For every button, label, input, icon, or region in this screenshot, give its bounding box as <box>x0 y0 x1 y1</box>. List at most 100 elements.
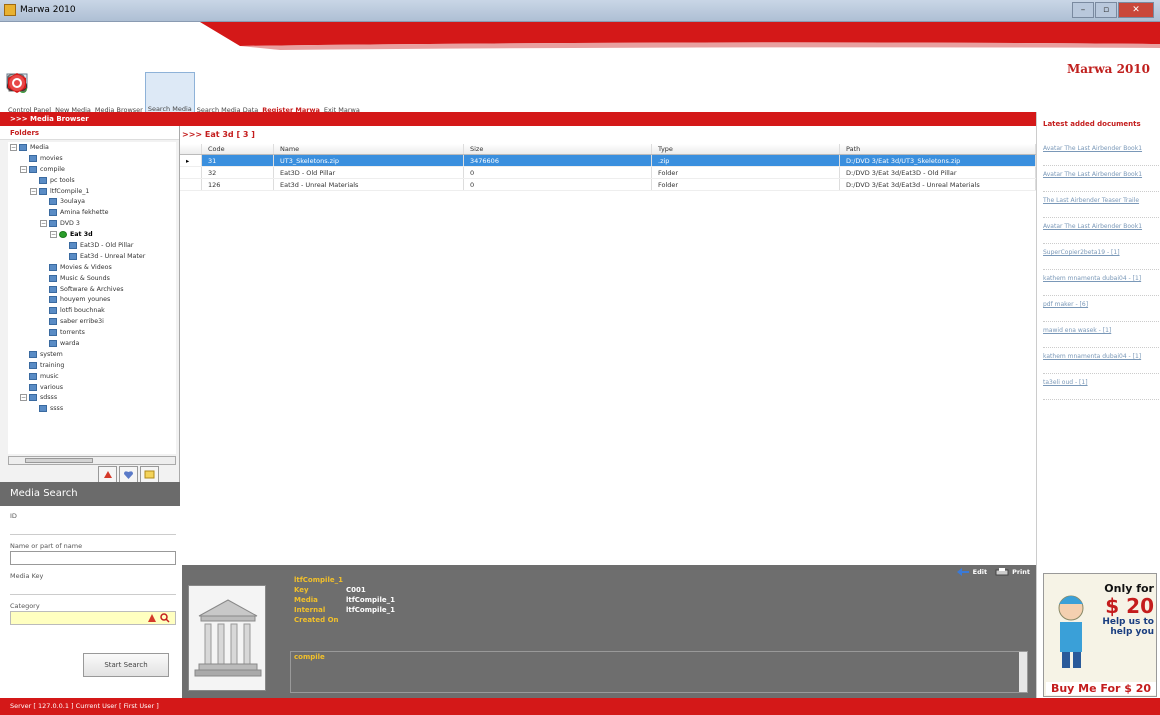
search-category-icon[interactable] <box>159 613 170 623</box>
tree-node[interactable]: movies <box>8 153 176 164</box>
toolbar-exit-marwa-button[interactable]: Exit Marwa <box>9 72 362 114</box>
tree-node[interactable]: music <box>8 371 176 382</box>
tree-node[interactable]: warda <box>8 338 176 349</box>
tree-node[interactable]: Movies & Videos <box>8 262 176 273</box>
media-thumbnail <box>188 585 266 691</box>
name-input[interactable] <box>10 551 176 565</box>
latest-item-link[interactable]: kathem mnamenta dubai04 - [1] <box>1043 348 1159 374</box>
tree-node[interactable]: Music & Sounds <box>8 273 176 284</box>
expand-toggle-icon[interactable]: − <box>20 165 27 173</box>
tree-node-label: Eat3D - Old Pillar <box>80 241 134 249</box>
tree-node[interactable]: 3oulaya <box>8 196 176 207</box>
results-panel: >>> Eat 3d [ 3 ] Code Name Size Type Path ▸ 3… <box>180 126 1036 566</box>
expand-toggle-icon[interactable]: − <box>40 220 47 228</box>
folder-icon <box>39 176 47 184</box>
tree-horizontal-scrollbar[interactable] <box>8 456 176 465</box>
tree-node[interactable]: − DVD 3 <box>8 218 176 229</box>
printer-icon[interactable] <box>995 568 1009 576</box>
latest-item-link[interactable]: The Last Airbender Teaser Traile <box>1043 192 1159 218</box>
tree-node[interactable]: various <box>8 382 176 393</box>
id-input[interactable] <box>10 521 176 535</box>
column-header[interactable] <box>180 144 202 154</box>
column-header[interactable]: Size <box>464 144 652 154</box>
latest-item-link[interactable]: pdf maker - [6] <box>1043 296 1159 322</box>
column-header[interactable]: Name <box>274 144 464 154</box>
start-search-button[interactable]: Start Search <box>83 653 169 677</box>
edit-icon[interactable] <box>956 568 970 576</box>
note-icon[interactable] <box>140 466 159 483</box>
table-row[interactable]: ▸ 31 UT3_Skeletons.zip 3476606 .zip D:/DVD 3/… <box>180 155 1036 167</box>
folder-icon <box>49 307 57 315</box>
ad-banner[interactable]: Only for $ 20 Help us to help you Buy Me… <box>1043 573 1157 697</box>
tree-node-label: Amina fekhette <box>60 209 109 217</box>
table-row[interactable]: 32 Eat3D - Old Pillar 0 Folder D:/DVD 3/Eat … <box>180 167 1036 179</box>
table-row[interactable]: 126 Eat3d - Unreal Materials 0 Folder D:/DVD… <box>180 179 1036 191</box>
toolbar-media-browser-button[interactable]: Media Browser <box>8 72 145 114</box>
pin-icon[interactable] <box>98 466 117 483</box>
tree-node[interactable]: Software & Archives <box>8 284 176 295</box>
tree-node[interactable]: − Eat 3d <box>8 229 176 240</box>
minimize-button[interactable]: – <box>1072 2 1094 18</box>
column-header[interactable]: Code <box>202 144 274 154</box>
latest-item-link[interactable]: Avatar The Last Airbender Book1 <box>1043 166 1159 192</box>
key-input[interactable] <box>10 581 176 595</box>
close-button[interactable]: ✕ <box>1118 2 1154 18</box>
tree-node[interactable]: torrents <box>8 327 176 338</box>
toolbar-search-media-data-button[interactable]: Search Media Data <box>7 72 261 114</box>
tree-node[interactable]: − ltfCompile_1 <box>8 186 176 197</box>
notes-area[interactable]: compile <box>290 651 1028 693</box>
tree-node[interactable]: saber erribe3i <box>8 316 176 327</box>
column-header[interactable]: Path <box>840 144 1036 154</box>
folder-icon <box>49 285 57 293</box>
latest-item-link[interactable]: Avatar The Last Airbender Book1 <box>1043 140 1159 166</box>
latest-item-link[interactable]: SuperCopier2beta19 - [1] <box>1043 244 1159 270</box>
expand-toggle-icon[interactable]: − <box>30 187 37 195</box>
latest-item-link[interactable]: Avatar The Last Airbender Book1 <box>1043 218 1159 244</box>
cell-type: Folder <box>652 167 840 178</box>
expand-toggle-icon[interactable]: − <box>20 394 27 402</box>
tree-node[interactable]: training <box>8 360 176 371</box>
latest-item-link[interactable]: mawid ena wasek - [1] <box>1043 322 1159 348</box>
folder-icon <box>49 220 57 228</box>
tree-node[interactable]: − compile <box>8 164 176 175</box>
detail-key: Key <box>294 586 309 594</box>
tree-node-label: Software & Archives <box>60 285 124 293</box>
latest-item-link[interactable]: ta3eli oud - [1] <box>1043 374 1159 400</box>
toolbar-register-marwa-button[interactable]: Register Marwa <box>8 72 322 114</box>
scroll-thumb[interactable] <box>25 458 93 463</box>
tree-node[interactable]: pc tools <box>8 175 176 186</box>
results-grid: Code Name Size Type Path ▸ 31 UT3_Skeletons.zi… <box>180 144 1036 191</box>
folder-icon <box>49 339 57 347</box>
category-input[interactable] <box>10 611 176 625</box>
tree-node[interactable]: ssss <box>8 403 176 414</box>
tree-node[interactable]: − Media <box>8 142 176 153</box>
tree-node[interactable]: − sdsss <box>8 392 176 403</box>
column-header[interactable]: Type <box>652 144 840 154</box>
id-field[interactable]: ID <box>10 512 176 535</box>
print-button[interactable]: Print <box>1012 568 1030 576</box>
tree-node[interactable]: Eat3d - Unreal Mater <box>8 251 176 262</box>
edit-button[interactable]: Edit <box>973 568 987 576</box>
left-panel: Folders − Media movies − compile pc tools − ltf… <box>0 126 180 698</box>
breadcrumb: >>> Media Browser <box>10 115 89 123</box>
notes-scrollbar[interactable] <box>1019 652 1027 692</box>
grid-header: Code Name Size Type Path <box>180 144 1036 155</box>
folder-tree[interactable]: − Media movies − compile pc tools − ltfCompile_… <box>8 142 176 454</box>
tree-node[interactable]: Amina fekhette <box>8 207 176 218</box>
maximize-button[interactable]: ▫ <box>1095 2 1117 18</box>
expand-toggle-icon[interactable]: − <box>10 143 17 151</box>
media-browser-icon <box>8 74 131 100</box>
tree-node[interactable]: houyem younes <box>8 294 176 305</box>
expand-toggle-icon[interactable]: − <box>50 231 57 239</box>
tree-node[interactable]: Eat3D - Old Pillar <box>8 240 176 251</box>
latest-item-link[interactable]: kathem mnamenta dubai04 - [1] <box>1043 270 1159 296</box>
folder-icon <box>69 252 77 260</box>
detail-value: ltfCompile_1 <box>346 596 395 604</box>
clear-category-icon[interactable] <box>147 613 157 623</box>
toolbar-new-media-button[interactable]: New Media <box>7 72 93 114</box>
heart-icon[interactable] <box>119 466 138 483</box>
toolbar-search-media-button[interactable]: Search Media <box>7 72 195 114</box>
tree-node[interactable]: system <box>8 349 176 360</box>
buy-button[interactable]: Buy Me For $ 20 <box>1046 682 1156 695</box>
tree-node[interactable]: lotfi bouchnak <box>8 305 176 316</box>
